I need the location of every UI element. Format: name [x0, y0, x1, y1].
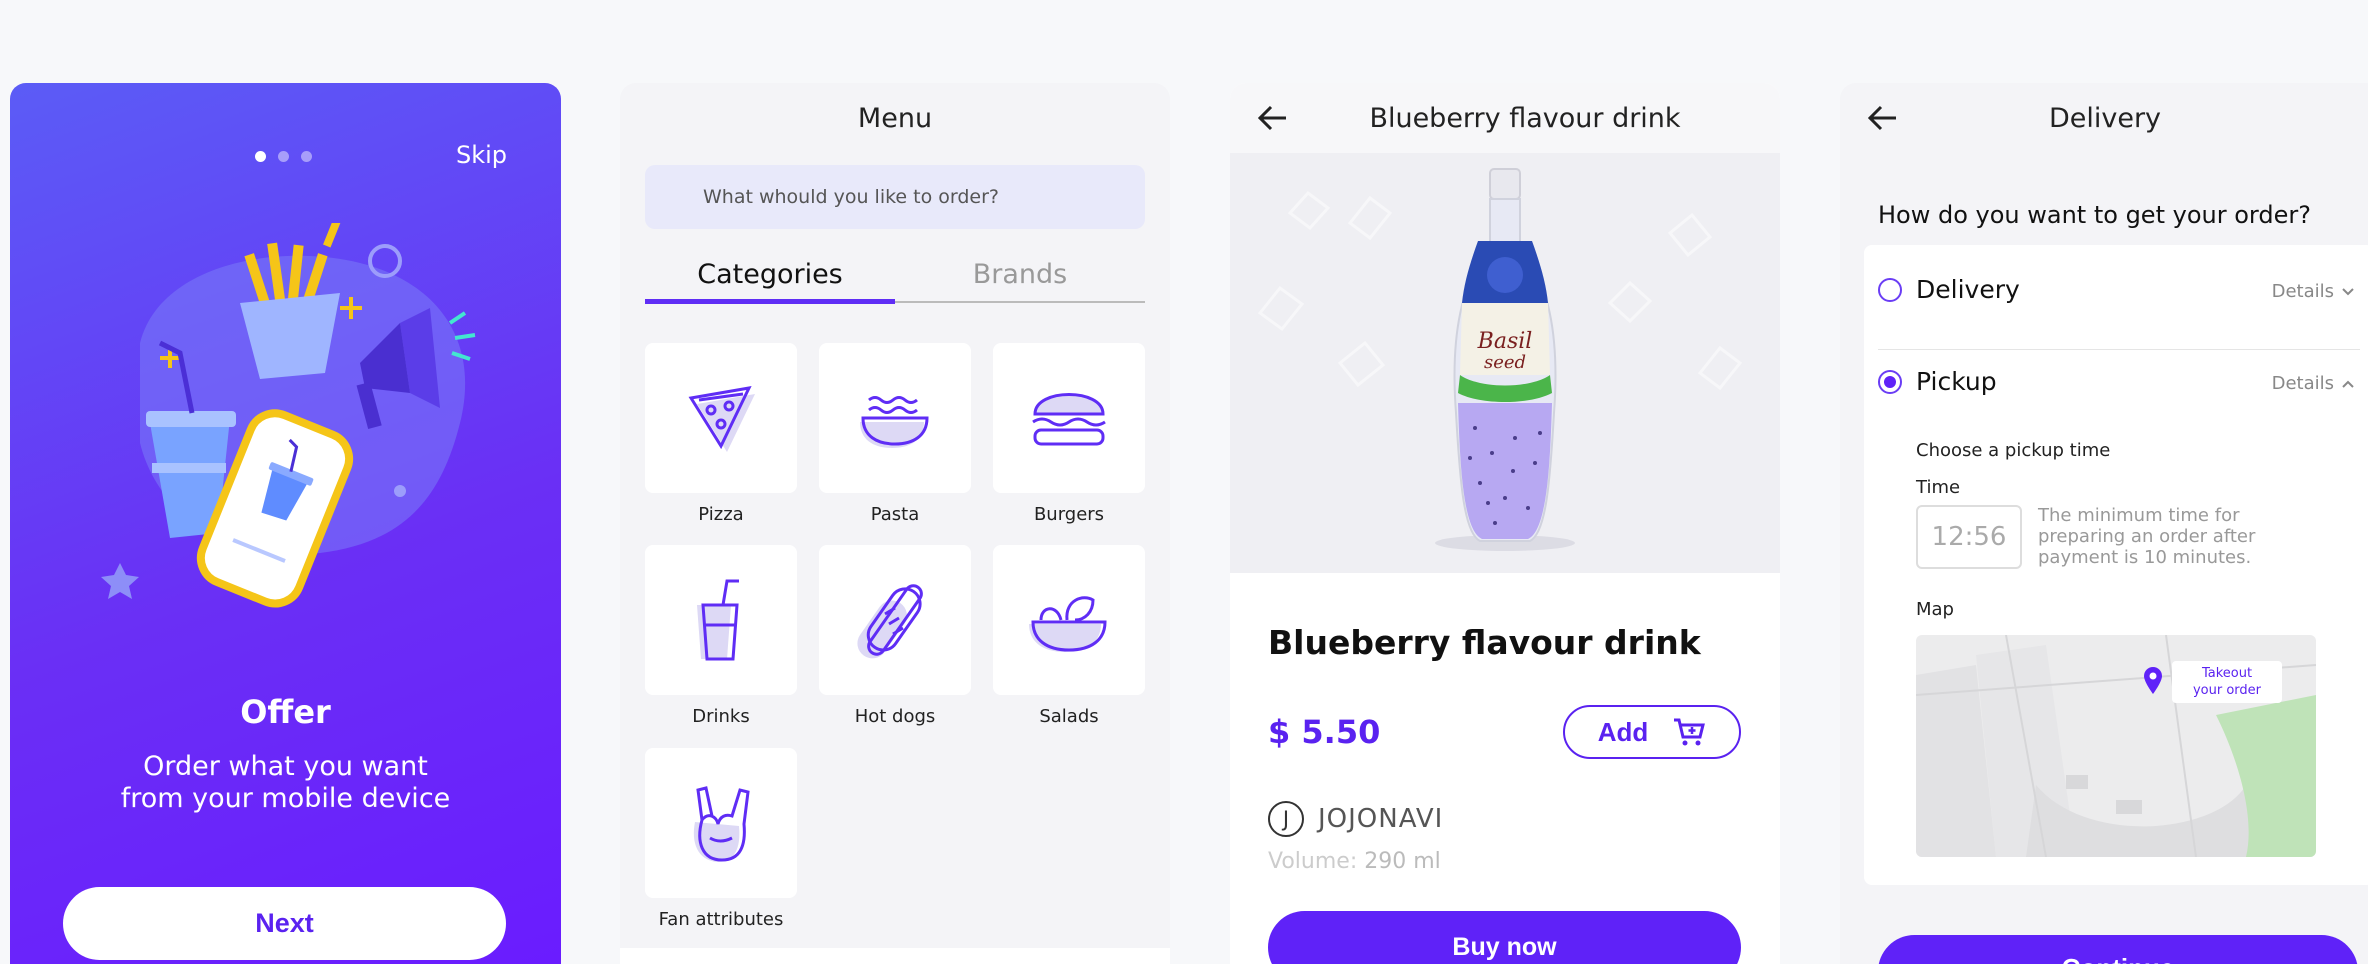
- category-label: Salads: [1039, 706, 1099, 727]
- details-label: Details: [2271, 373, 2334, 394]
- product-bottle-image: Basil seed: [1257, 168, 1743, 551]
- offer-subtitle: Order what you want from your mobile dev…: [120, 751, 451, 814]
- page-dot-2[interactable]: [278, 151, 289, 162]
- category-burgers[interactable]: Burgers: [993, 343, 1145, 525]
- option-pickup[interactable]: Pickup: [1878, 367, 1997, 396]
- back-arrow-icon[interactable]: [1258, 105, 1288, 131]
- next-button[interactable]: Next: [63, 887, 506, 960]
- page-dot-3[interactable]: [301, 151, 312, 162]
- continue-button[interactable]: Continue: [1878, 935, 2358, 964]
- time-input[interactable]: 12:56: [1916, 505, 2022, 569]
- buy-now-button[interactable]: Buy now: [1268, 911, 1741, 964]
- svg-text:Basil: Basil: [1477, 329, 1533, 354]
- hotdog-icon: [857, 584, 923, 659]
- page-indicator: [255, 151, 312, 162]
- volume-row: Volume: 290 ml: [1268, 849, 1441, 874]
- fan-hand-icon: [693, 786, 750, 862]
- radio-delivery[interactable]: [1878, 277, 1902, 302]
- page-dot-1[interactable]: [255, 151, 266, 162]
- pizza-icon: [688, 386, 755, 452]
- product-name: Blueberry flavour drink: [1268, 623, 1701, 662]
- category-label: Fan attributes: [658, 909, 784, 930]
- details-toggle-pickup[interactable]: Details: [2272, 373, 2354, 394]
- menu-tabs: Categories Brands: [645, 253, 1145, 304]
- brand-logo: J: [1268, 801, 1304, 837]
- option-label: Delivery: [1916, 275, 2020, 304]
- salad-icon: [1029, 596, 1107, 652]
- category-label: Pizza: [698, 504, 744, 525]
- category-fan-attributes[interactable]: Fan attributes: [645, 748, 797, 930]
- category-label: Hot dogs: [854, 706, 936, 727]
- chevron-down-icon: [2342, 287, 2354, 295]
- search-input[interactable]: What whould you like to order?: [645, 165, 1145, 229]
- menu-screen: Menu What whould you like to order? Cate…: [620, 83, 1170, 964]
- offer-title: Offer: [240, 693, 331, 731]
- delivery-options-card: Delivery Details Pickup Details Choose a…: [1864, 245, 2368, 885]
- category-pizza[interactable]: Pizza: [645, 343, 797, 525]
- onboarding-screen: Skip Offer Order what you want from your…: [10, 83, 561, 964]
- skip-link[interactable]: Skip: [456, 141, 507, 169]
- menu-title: Menu: [857, 102, 933, 134]
- cart-icon: [1674, 718, 1706, 746]
- delivery-header: Delivery: [1840, 83, 2368, 153]
- volume-value: 290 ml: [1364, 849, 1441, 874]
- delivery-question: How do you want to get your order?: [1878, 201, 2311, 229]
- category-label: Drinks: [692, 706, 750, 727]
- product-screen: Blueberry flavour drink Basil seed Blueb…: [1230, 83, 1780, 964]
- category-salads[interactable]: Salads: [993, 545, 1145, 727]
- product-price: $ 5.50: [1268, 713, 1381, 751]
- option-delivery[interactable]: Delivery: [1878, 275, 2020, 304]
- details-label: Details: [2271, 281, 2334, 302]
- category-pasta[interactable]: Pasta: [819, 343, 971, 525]
- time-hint: The minimum time for preparing an order …: [2038, 505, 2256, 568]
- location-pin-icon: [2144, 667, 2162, 694]
- radio-pickup[interactable]: [1878, 369, 1902, 394]
- pickup-time-title: Choose a pickup time: [1916, 440, 2111, 461]
- map-pin-label: Takeout your order: [2172, 661, 2282, 703]
- map-tag-line1: Takeout: [2201, 666, 2253, 681]
- delivery-screen: Delivery How do you want to get your ord…: [1840, 83, 2368, 964]
- category-drinks[interactable]: Drinks: [645, 545, 797, 727]
- category-label: Burgers: [1033, 504, 1105, 525]
- add-to-cart-button[interactable]: Add: [1563, 705, 1741, 759]
- pickup-map[interactable]: Takeout your order: [1916, 635, 2316, 857]
- tab-categories[interactable]: Categories: [645, 253, 895, 304]
- option-divider: [1878, 349, 2360, 350]
- time-label: Time: [1916, 477, 1961, 498]
- delivery-title: Delivery: [2048, 102, 2162, 134]
- pasta-icon: [860, 396, 929, 448]
- drink-icon: [697, 579, 739, 661]
- back-arrow-icon[interactable]: [1868, 105, 1898, 131]
- burger-icon: [1032, 393, 1106, 446]
- category-hot-dogs[interactable]: Hot dogs: [819, 545, 971, 727]
- volume-label: Volume:: [1268, 849, 1358, 874]
- map-label: Map: [1916, 599, 1954, 620]
- product-header: Blueberry flavour drink: [1230, 83, 1780, 153]
- offer-illustration: [101, 223, 476, 608]
- add-label: Add: [1597, 716, 1649, 747]
- brand-row[interactable]: J JOJONAVI: [1268, 801, 1443, 837]
- chevron-up-icon: [2342, 380, 2354, 388]
- product-header-title: Blueberry flavour drink: [1369, 102, 1681, 134]
- details-toggle-delivery[interactable]: Details: [2272, 281, 2354, 302]
- product-image-area: Basil seed: [1230, 153, 1780, 573]
- map-tag-line2: your order: [2192, 683, 2262, 698]
- option-label: Pickup: [1916, 367, 1997, 396]
- svg-text:seed: seed: [1484, 352, 1526, 373]
- tab-brands[interactable]: Brands: [895, 253, 1145, 301]
- tab-bar-edge: [620, 948, 1170, 964]
- brand-name: JOJONAVI: [1318, 804, 1444, 834]
- category-label: Pasta: [870, 504, 920, 525]
